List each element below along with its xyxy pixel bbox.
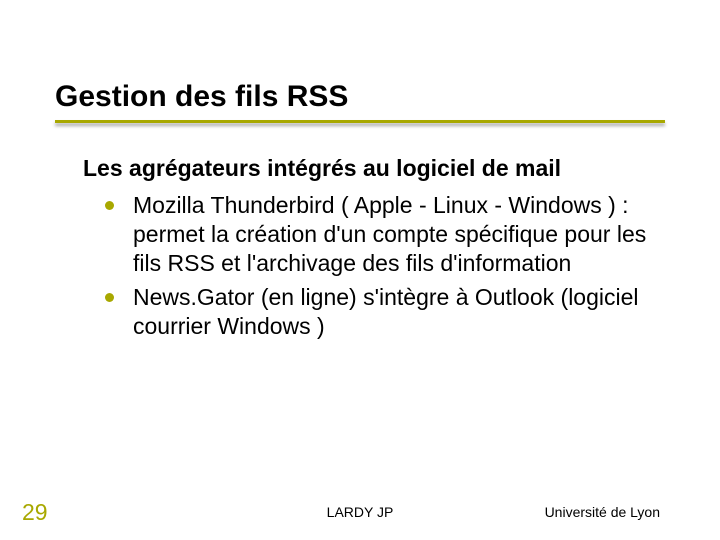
title-underline: [55, 120, 665, 123]
bullet-text: News.Gator (en ligne) s'intègre à Outloo…: [133, 284, 639, 339]
content-subheading: Les agrégateurs intégrés au logiciel de …: [83, 155, 655, 183]
content-area: Les agrégateurs intégrés au logiciel de …: [55, 155, 665, 342]
footer-affiliation: Université de Lyon: [545, 504, 660, 520]
list-item: Mozilla Thunderbird ( Apple - Linux - Wi…: [105, 191, 655, 279]
bullet-icon: [105, 201, 114, 210]
slide: Gestion des fils RSS Les agrégateurs int…: [0, 0, 720, 540]
bullet-text: Mozilla Thunderbird ( Apple - Linux - Wi…: [133, 192, 646, 277]
page-number: 29: [22, 499, 48, 526]
slide-title: Gestion des fils RSS: [55, 80, 665, 114]
bullet-list: Mozilla Thunderbird ( Apple - Linux - Wi…: [83, 191, 655, 342]
list-item: News.Gator (en ligne) s'intègre à Outloo…: [105, 283, 655, 342]
bullet-icon: [105, 293, 114, 302]
